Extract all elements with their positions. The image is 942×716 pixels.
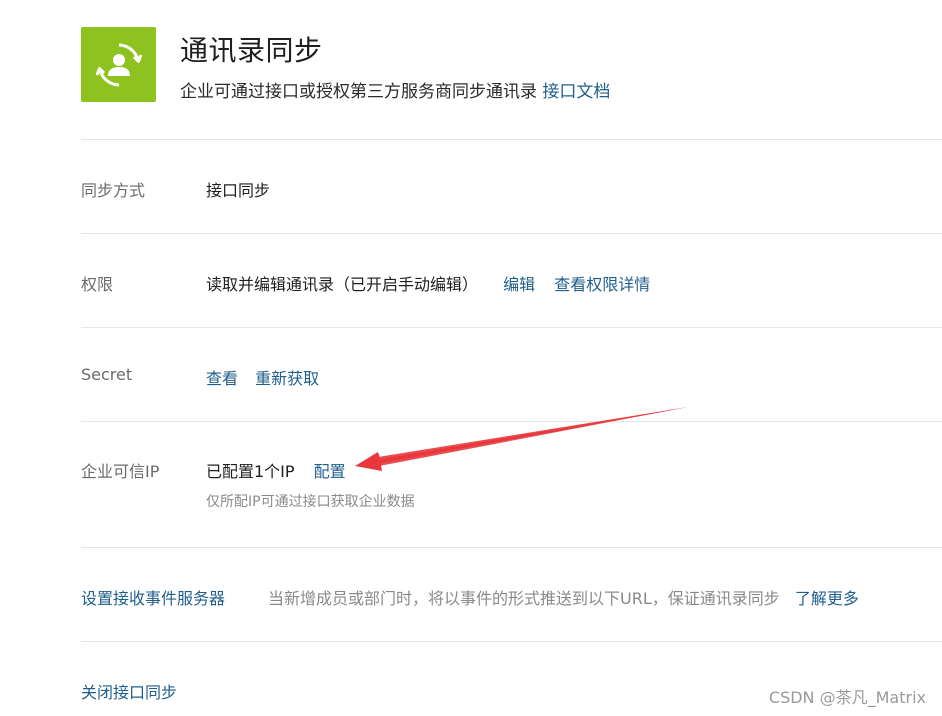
divider bbox=[81, 421, 942, 422]
permission-row: 读取并编辑通讯录（已开启手动编辑） 编辑 查看权限详情 bbox=[206, 271, 650, 295]
divider bbox=[81, 547, 942, 548]
configure-ip-link[interactable]: 配置 bbox=[314, 462, 346, 481]
secret-row: 查看 重新获取 bbox=[206, 365, 319, 389]
close-api-sync-link[interactable]: 关闭接口同步 bbox=[81, 679, 177, 703]
sync-mode-value: 接口同步 bbox=[206, 181, 271, 200]
watermark: CSDN @茶凡_Matrix bbox=[768, 688, 926, 707]
edit-permission-link[interactable]: 编辑 bbox=[503, 275, 535, 294]
trusted-ip-value: 已配置1个IP bbox=[206, 462, 295, 481]
event-server-description: 当新增成员或部门时，将以事件的形式推送到以下URL，保证通讯录同步 bbox=[268, 589, 780, 608]
page-header: 通讯录同步 企业可通过接口或授权第三方服务商同步通讯录 接口文档 bbox=[81, 27, 942, 103]
view-permission-details-link[interactable]: 查看权限详情 bbox=[554, 275, 650, 294]
divider bbox=[81, 641, 942, 642]
divider bbox=[81, 233, 942, 234]
contacts-sync-icon bbox=[81, 27, 156, 102]
regenerate-secret-link[interactable]: 重新获取 bbox=[255, 369, 319, 388]
trusted-ip-label: 企业可信IP bbox=[81, 462, 160, 481]
subtitle-text: 企业可通过接口或授权第三方服务商同步通讯录 bbox=[180, 82, 537, 102]
permission-label: 权限 bbox=[81, 275, 114, 294]
api-doc-link[interactable]: 接口文档 bbox=[542, 82, 610, 102]
divider bbox=[81, 139, 942, 140]
page-title: 通讯录同步 bbox=[180, 34, 323, 67]
permission-value: 读取并编辑通讯录（已开启手动编辑） bbox=[206, 275, 479, 294]
sync-mode-label: 同步方式 bbox=[81, 181, 146, 200]
trusted-ip-hint: 仅所配IP可通过接口获取企业数据 bbox=[206, 494, 415, 510]
set-event-server-link[interactable]: 设置接收事件服务器 bbox=[81, 585, 225, 609]
trusted-ip-row: 已配置1个IP 配置 bbox=[206, 458, 346, 482]
page-subtitle: 企业可通过接口或授权第三方服务商同步通讯录 接口文档 bbox=[180, 77, 610, 102]
view-secret-link[interactable]: 查看 bbox=[206, 369, 238, 388]
event-server-row: 当新增成员或部门时，将以事件的形式推送到以下URL，保证通讯录同步 了解更多 bbox=[268, 585, 859, 609]
learn-more-link[interactable]: 了解更多 bbox=[795, 589, 859, 608]
secret-label: Secret bbox=[81, 365, 133, 384]
divider bbox=[81, 327, 942, 328]
